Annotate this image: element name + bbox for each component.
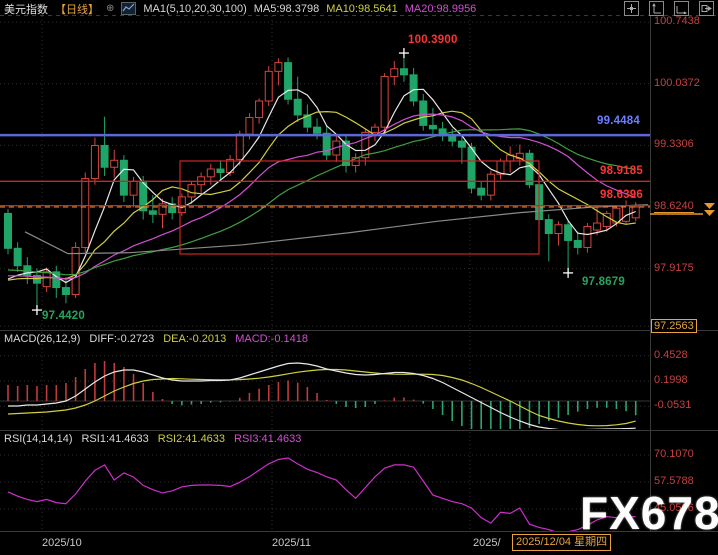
period-label[interactable]: 【日线】: [55, 1, 99, 17]
x-axis-label[interactable]: 2025/10: [42, 537, 82, 549]
price-annotation: 98.6396: [600, 189, 643, 201]
y-axis-label[interactable]: 0.4528: [654, 349, 688, 361]
pan-move-icon[interactable]: [624, 1, 639, 16]
scale-x-axis-icon[interactable]: [674, 1, 689, 16]
x-axis-label[interactable]: 2025/11: [272, 537, 311, 549]
chart-window: 美元指数 【日线】 ⊕ MA1(5,10,20,30,100) MA5:98.3…: [0, 0, 718, 555]
ma-params-label: MA1(5,10,20,30,100): [143, 3, 246, 15]
y-axis-label[interactable]: 0.1998: [654, 374, 688, 386]
ma5-value: MA5:98.3798: [254, 3, 319, 15]
detach-window-icon[interactable]: [699, 1, 714, 16]
y-axis-label[interactable]: 99.3306: [654, 138, 694, 150]
rsi-panel[interactable]: [8, 458, 636, 533]
y-axis-label[interactable]: 97.2563: [651, 319, 697, 333]
macd-panel[interactable]: [0, 361, 650, 433]
scale-y-axis-icon[interactable]: [649, 1, 664, 16]
rsi-params-label: RSI(14,14,14): [4, 433, 72, 447]
watermark: FX678: [580, 490, 718, 536]
add-indicator-icon[interactable]: ⊕: [106, 3, 114, 14]
y-axis-label[interactable]: -0.0531: [654, 399, 691, 411]
x-axis-label[interactable]: 2025/: [473, 537, 501, 549]
rsi3-value: RSI3:41.4633: [234, 433, 301, 447]
y-axis-label[interactable]: 100.7438: [654, 15, 700, 27]
macd-header: MACD(26,12,9) DIFF:-0.2723 DEA:-0.2013 M…: [4, 333, 308, 347]
macd-diff-value: DIFF:-0.2723: [89, 333, 154, 347]
chart-type-icon[interactable]: [121, 2, 136, 15]
price-annotation: 99.4484: [597, 115, 640, 127]
y-axis-label[interactable]: 100.0372: [654, 77, 700, 89]
macd-value: MACD:-0.1418: [235, 333, 308, 347]
y-axis-label[interactable]: 70.1070: [654, 448, 694, 460]
rsi1-value: RSI1:41.4633: [81, 433, 148, 447]
ma20-value: MA20:98.9956: [405, 3, 477, 15]
chart-header: 美元指数 【日线】 ⊕ MA1(5,10,20,30,100) MA5:98.3…: [0, 0, 718, 16]
symbol-name: 美元指数: [4, 1, 48, 17]
ma10-value: MA10:98.5641: [326, 3, 398, 15]
price-annotation: 98.9185: [600, 165, 643, 177]
macd-dea-value: DEA:-0.2013: [163, 333, 226, 347]
price-annotation: 97.4420: [42, 310, 85, 322]
price-annotation: 100.3900: [408, 34, 458, 46]
y-axis-label[interactable]: 98.6240: [654, 200, 694, 213]
macd-params-label: MACD(26,12,9): [4, 333, 80, 347]
price-annotation: 97.8679: [582, 276, 625, 288]
y-axis-label[interactable]: 57.5788: [654, 475, 694, 487]
rsi-header: RSI(14,14,14) RSI1:41.4633 RSI2:41.4633 …: [4, 433, 301, 447]
y-axis-label[interactable]: 97.9175: [654, 262, 694, 274]
rsi2-value: RSI2:41.4633: [158, 433, 225, 447]
